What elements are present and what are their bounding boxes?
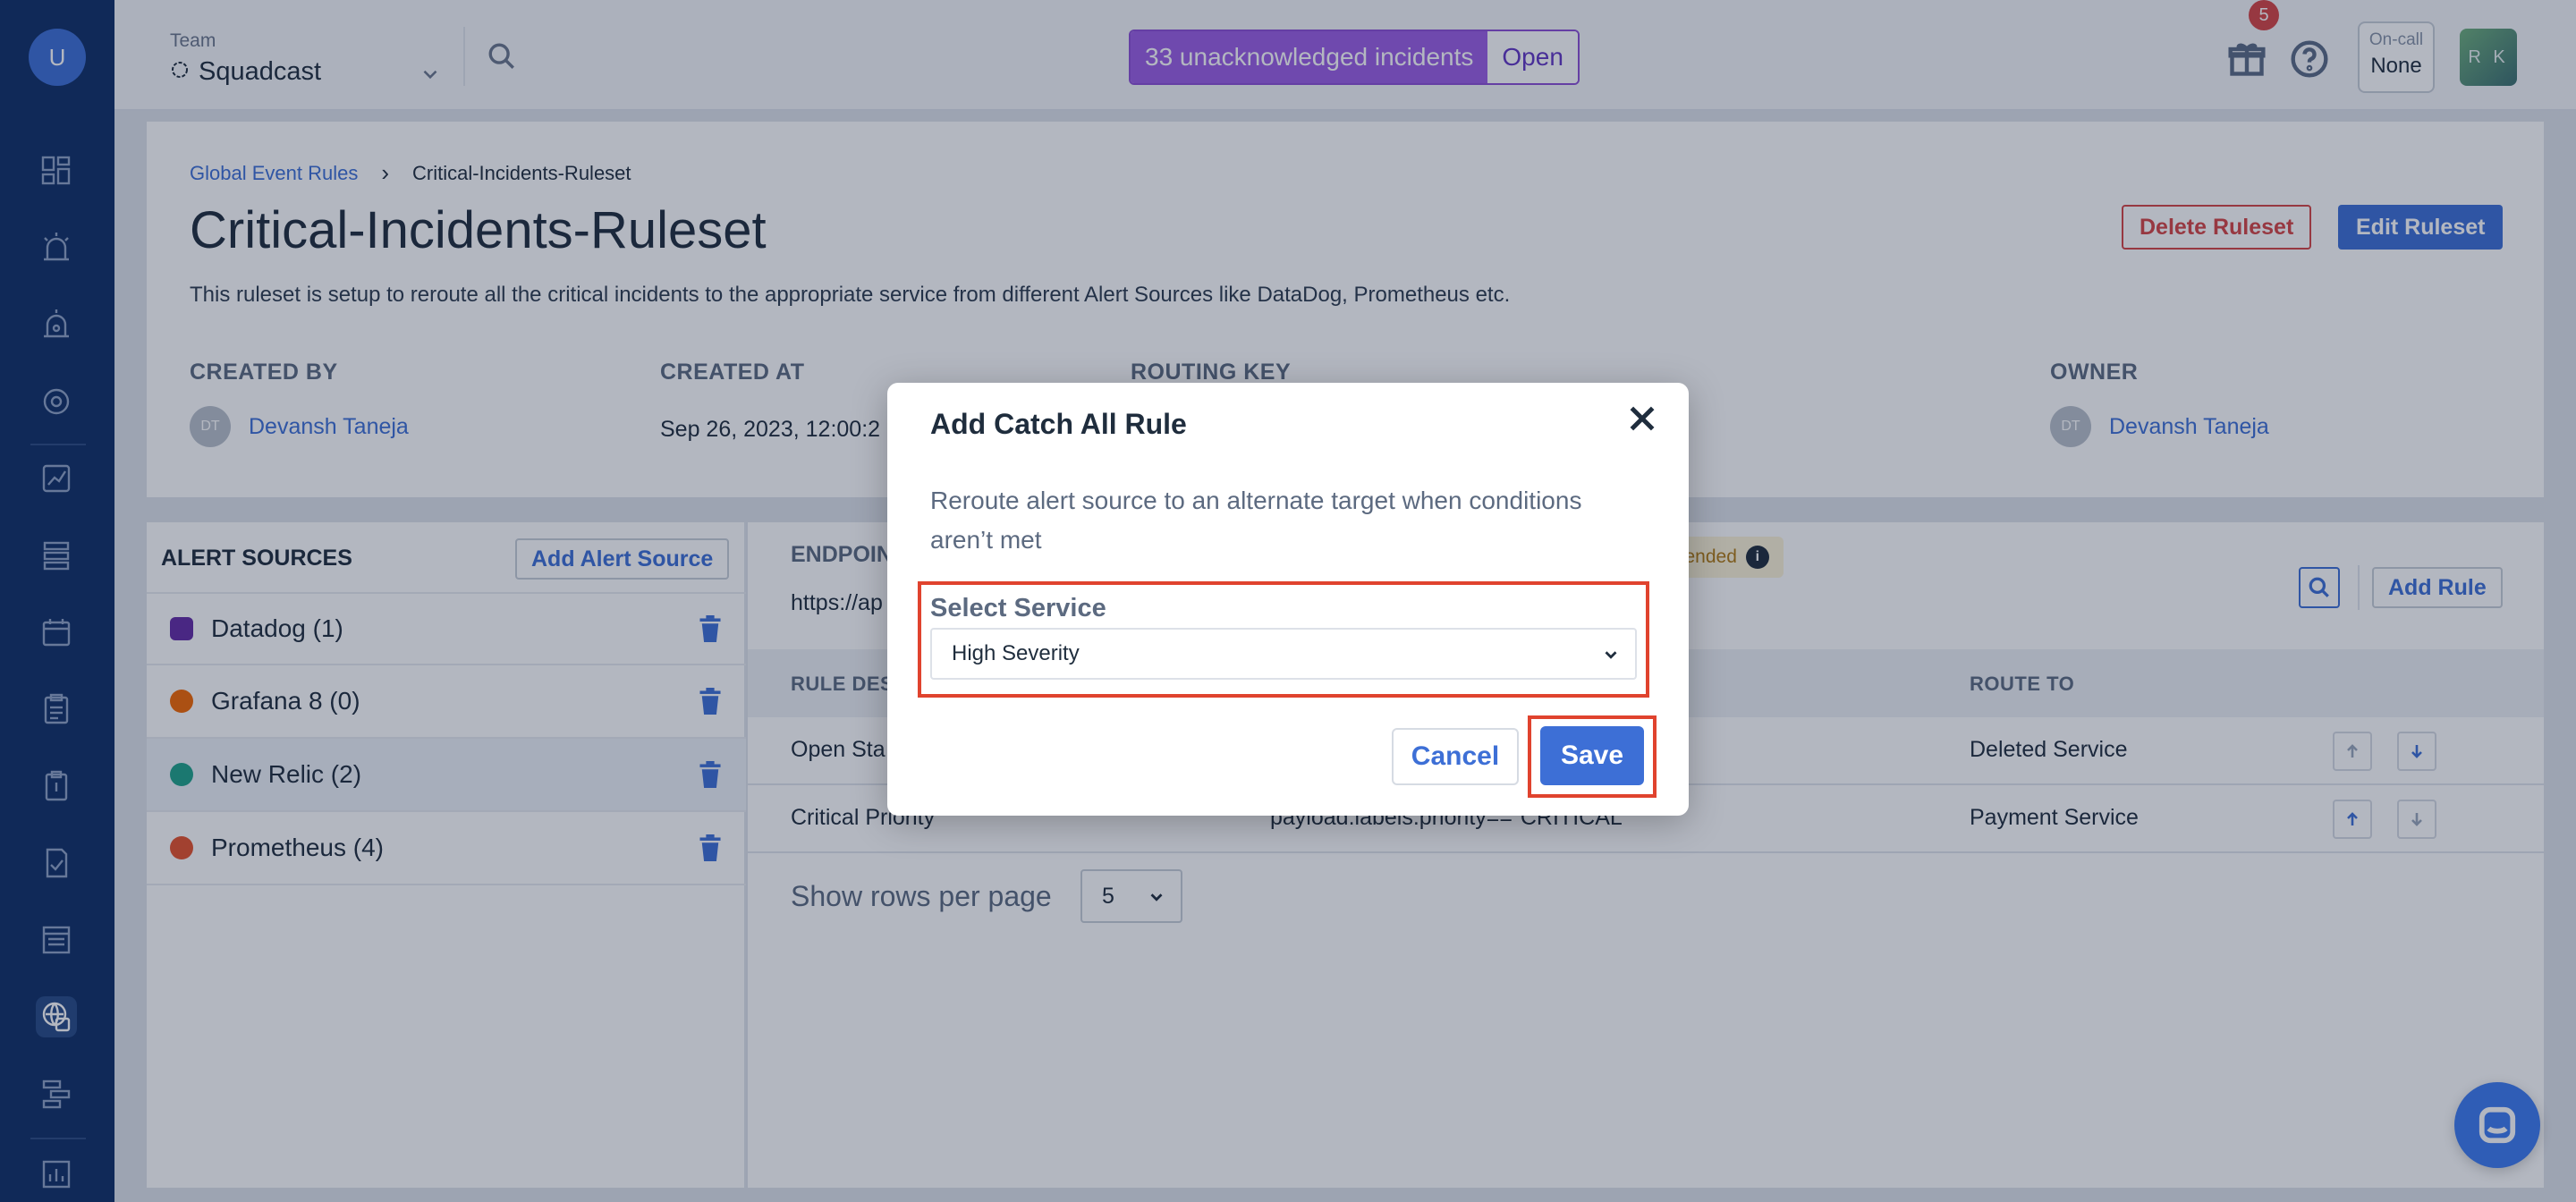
- add-catch-all-rule-modal: Add Catch All Rule Reroute alert source …: [887, 383, 1689, 816]
- selected-service: High Severity: [952, 641, 1080, 665]
- save-button[interactable]: Save: [1540, 726, 1644, 785]
- modal-description: Reroute alert source to an alternate tar…: [930, 487, 1582, 554]
- cancel-button[interactable]: Cancel: [1392, 728, 1519, 785]
- close-icon[interactable]: [1624, 401, 1660, 436]
- modal-title: Add Catch All Rule: [930, 408, 1187, 440]
- select-service-label: Select Service: [930, 594, 1106, 622]
- chevron-down-icon: [1605, 651, 1617, 659]
- select-service-dropdown[interactable]: High Severity: [930, 628, 1637, 680]
